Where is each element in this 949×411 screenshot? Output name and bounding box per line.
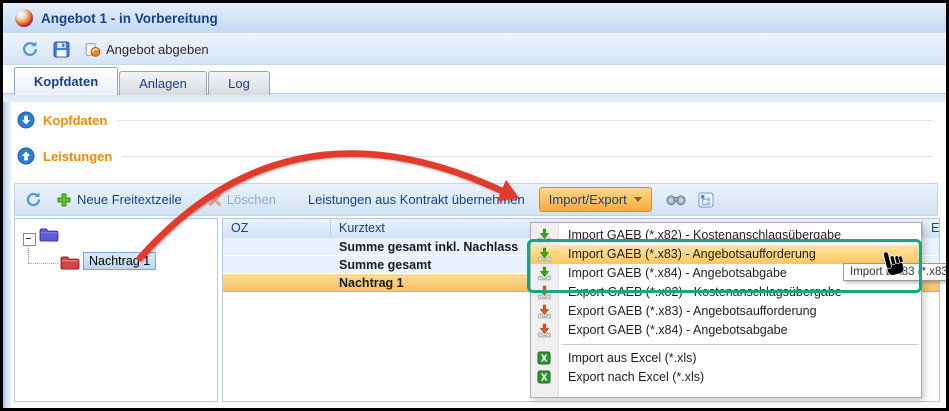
delete-label: Löschen xyxy=(227,192,276,207)
menu-item-label: Export GAEB (*.x83) - Angebotsaufforderu… xyxy=(568,304,817,318)
import-export-menu: Import GAEB (*.x82) - Kostenanschlagsübe… xyxy=(530,222,922,398)
save-icon[interactable] xyxy=(53,41,70,58)
expand-minus-icon[interactable] xyxy=(23,233,36,246)
app-sphere-icon xyxy=(15,9,33,27)
tree-connector xyxy=(28,245,29,263)
binoculars-icon[interactable] xyxy=(666,193,686,206)
section-rule xyxy=(117,120,933,121)
application-window: Angebot 1 - in Vorbereitung Angebot abge… xyxy=(3,3,946,408)
tab-log[interactable]: Log xyxy=(208,71,270,95)
new-freetext-label: Neue Freitextzeile xyxy=(77,192,182,207)
add-plus-icon xyxy=(56,192,72,208)
menu-item-export-x82[interactable]: Export GAEB (*.x82) - Kostenanschlagsübe… xyxy=(531,283,921,302)
submit-offer-label: Angebot abgeben xyxy=(106,42,209,57)
chevron-down-icon xyxy=(634,197,642,202)
section-kopfdaten-label: Kopfdaten xyxy=(43,113,107,128)
screenshot-frame: Angebot 1 - in Vorbereitung Angebot abge… xyxy=(0,0,949,411)
menu-item-export-x84[interactable]: Export GAEB (*.x84) - Angebotsabgabe xyxy=(531,321,921,340)
tree-node-nachtrag-1[interactable]: Nachtrag 1 xyxy=(83,252,156,270)
delete-x-icon xyxy=(208,193,222,207)
column-header-oz[interactable]: OZ xyxy=(223,219,331,237)
folder-blue-icon xyxy=(39,227,59,243)
submit-offer-button[interactable]: Angebot abgeben xyxy=(84,41,209,58)
import-export-button[interactable]: Import/Export xyxy=(539,187,652,212)
new-freetext-button[interactable]: Neue Freitextzeile xyxy=(56,192,182,208)
tree-view-icon[interactable] xyxy=(698,192,714,208)
chevron-down-circle-icon[interactable] xyxy=(17,111,35,129)
tree-connector xyxy=(28,263,58,264)
section-kopfdaten[interactable]: Kopfdaten xyxy=(17,111,933,129)
tab-kopfdaten[interactable]: Kopfdaten xyxy=(14,67,118,95)
tab-strip: Kopfdaten Anlagen Log xyxy=(3,65,946,102)
tab-anlagen[interactable]: Anlagen xyxy=(119,71,207,95)
menu-item-label: Export GAEB (*.x84) - Angebotsabgabe xyxy=(568,323,788,337)
excel-icon xyxy=(537,370,551,390)
section-rule xyxy=(122,156,933,157)
window-title: Angebot 1 - in Vorbereitung xyxy=(41,11,218,26)
menu-item-label: Import aus Excel (*.xls) xyxy=(568,351,697,365)
menu-item-export-excel[interactable]: Export nach Excel (*.xls) xyxy=(531,368,921,387)
menu-item-import-excel[interactable]: Import aus Excel (*.xls) xyxy=(531,349,921,368)
menu-item-label: Import GAEB (*.x84) - Angebotsabgabe xyxy=(568,266,787,280)
menu-item-label: Import GAEB (*.x82) - Kostenanschlagsübe… xyxy=(568,228,841,242)
section-leistungen-label: Leistungen xyxy=(43,149,112,164)
submit-offer-icon xyxy=(84,41,101,58)
menu-item-label: Export nach Excel (*.xls) xyxy=(568,370,704,384)
menu-item-import-x82[interactable]: Import GAEB (*.x82) - Kostenanschlagsübe… xyxy=(531,226,921,245)
title-bar: Angebot 1 - in Vorbereitung xyxy=(3,3,946,34)
export-arrow-icon xyxy=(537,323,552,344)
refresh-icon[interactable] xyxy=(21,40,39,58)
tooltip: Import DA83 (*.x83) xyxy=(843,263,946,281)
structure-tree-panel: Nachtrag 1 xyxy=(14,218,218,402)
leistungen-toolbar: Neue Freitextzeile Löschen Leistungen au… xyxy=(14,183,938,216)
refresh-icon[interactable] xyxy=(25,191,42,208)
delete-button[interactable]: Löschen xyxy=(208,192,276,207)
import-export-label: Import/Export xyxy=(549,192,627,207)
takeover-from-contract-button[interactable]: Leistungen aus Kontrakt übernehmen xyxy=(308,192,525,207)
menu-item-label: Export GAEB (*.x82) - Kostenanschlagsübe… xyxy=(568,285,842,299)
menu-separator xyxy=(561,344,919,345)
main-toolbar: Angebot abgeben xyxy=(3,34,946,65)
tree-root-node[interactable] xyxy=(39,227,59,243)
takeover-label: Leistungen aus Kontrakt übernehmen xyxy=(308,192,525,207)
menu-item-import-x83[interactable]: Import GAEB (*.x83) - Angebotsaufforderu… xyxy=(531,245,921,264)
menu-item-label: Import GAEB (*.x83) - Angebotsaufforderu… xyxy=(568,247,816,261)
chevron-up-circle-icon[interactable] xyxy=(17,147,35,165)
column-header-er[interactable]: ER xyxy=(923,219,940,237)
section-leistungen[interactable]: Leistungen xyxy=(17,147,933,165)
folder-red-icon xyxy=(60,255,80,271)
menu-item-export-x83[interactable]: Export GAEB (*.x83) - Angebotsaufforderu… xyxy=(531,302,921,321)
